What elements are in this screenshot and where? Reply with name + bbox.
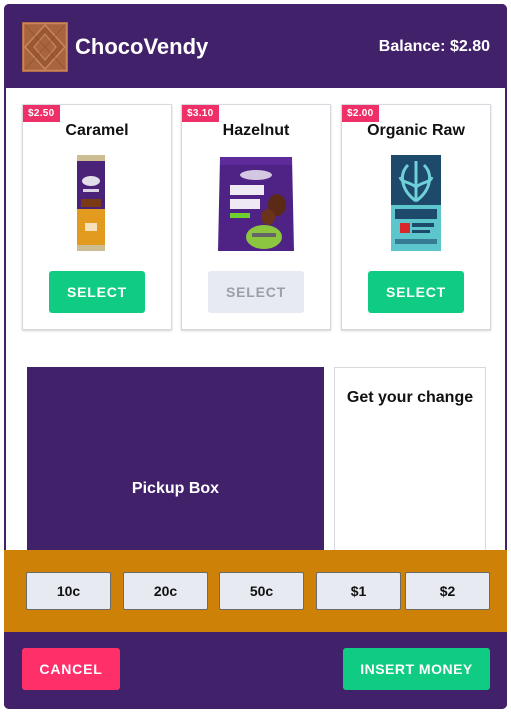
main-panel: $2.50 Caramel SELECT $3.10 Hazelnut SELE…	[6, 88, 505, 559]
coin-selector: 10c 20c 50c $1 $2	[4, 550, 507, 632]
app-title: ChocoVendy	[75, 34, 209, 59]
select-button[interactable]: SELECT	[208, 271, 304, 313]
coin-button-20c[interactable]: 20c	[123, 572, 208, 610]
balance-value: $2.80	[449, 38, 490, 55]
coin-button-10c[interactable]: 10c	[26, 572, 111, 610]
vending-machine: ChocoVendy Balance: $2.80 $2.50 Caramel …	[4, 4, 507, 709]
coin-button-50c[interactable]: 50c	[219, 572, 304, 610]
balance-display: Balance: $2.80	[379, 38, 490, 56]
pickup-box[interactable]: Pickup Box	[27, 367, 324, 557]
product-name: Caramel	[65, 122, 129, 139]
product-card-hazelnut: $3.10 Hazelnut SELECT	[181, 104, 331, 330]
footer: CANCEL INSERT MONEY	[4, 632, 507, 709]
change-tray[interactable]: Get your change	[334, 367, 486, 559]
chocolate-bar-icon	[22, 22, 68, 72]
caramel-chocolate-bar-icon	[77, 155, 105, 251]
pickup-box-label: Pickup Box	[131, 480, 220, 497]
coin-button-2-dollar[interactable]: $2	[405, 572, 490, 610]
product-name: Organic Raw	[367, 122, 465, 139]
product-card-organic-raw: $2.00 Organic Raw SELECT	[341, 104, 491, 330]
header: ChocoVendy Balance: $2.80	[4, 4, 507, 88]
price-tag: $2.00	[342, 105, 379, 122]
organic-chocolate-bar-icon	[391, 155, 441, 251]
cancel-button[interactable]: CANCEL	[22, 648, 120, 690]
hazelnut-bites-bag-icon	[218, 157, 294, 251]
balance-label: Balance:	[378, 38, 446, 55]
price-tag: $3.10	[182, 105, 219, 122]
price-tag: $2.50	[23, 105, 60, 122]
product-card-caramel: $2.50 Caramel SELECT	[22, 104, 172, 330]
product-name: Hazelnut	[222, 122, 290, 139]
coin-button-1-dollar[interactable]: $1	[316, 572, 401, 610]
change-tray-label: Get your change	[346, 389, 474, 406]
select-button[interactable]: SELECT	[49, 271, 145, 313]
select-button[interactable]: SELECT	[368, 271, 464, 313]
insert-money-button[interactable]: INSERT MONEY	[343, 648, 490, 690]
